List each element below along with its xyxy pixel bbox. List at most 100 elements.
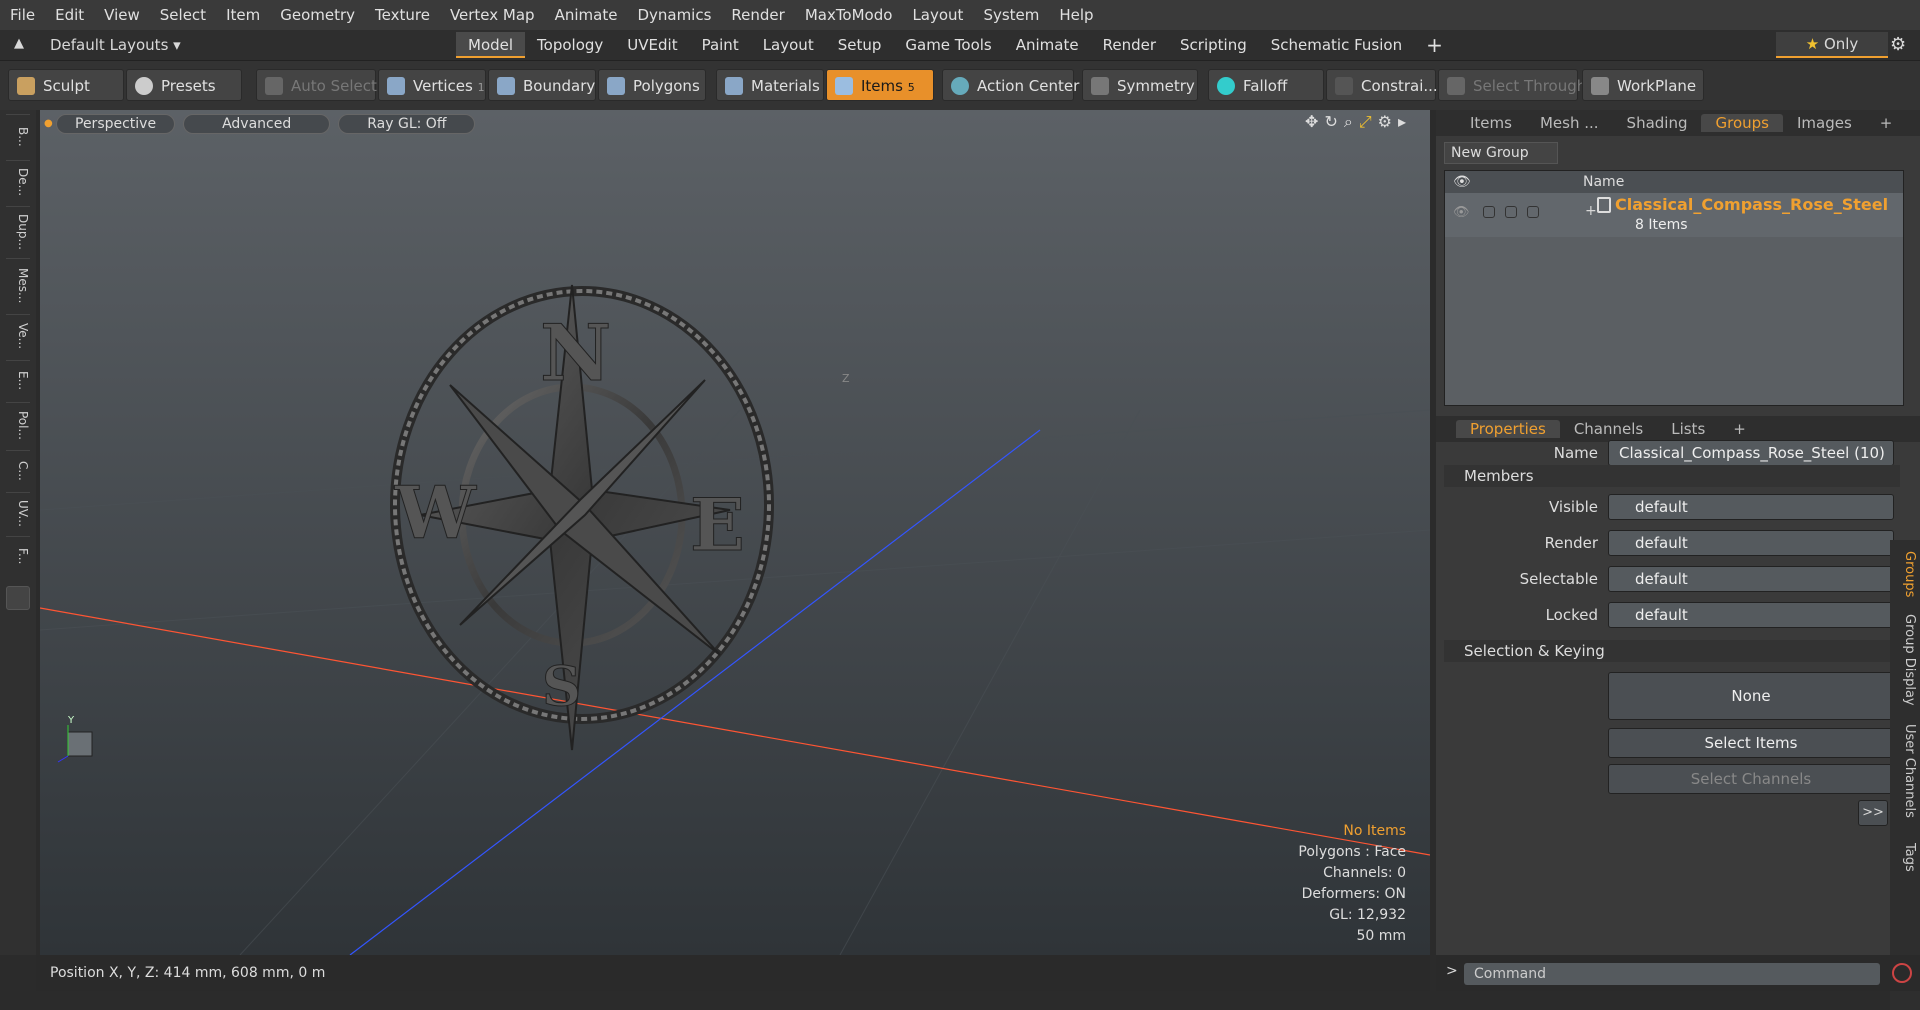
gear-icon[interactable]: ⚙ bbox=[1890, 34, 1906, 55]
tool-tab-uv[interactable]: UV... bbox=[6, 492, 30, 534]
menu-render[interactable]: Render bbox=[721, 6, 794, 24]
menu-file[interactable]: File bbox=[0, 6, 45, 24]
tool-tab-f[interactable]: F... bbox=[6, 536, 30, 576]
sculpt-button[interactable]: Sculpt bbox=[8, 69, 124, 101]
more-button[interactable]: >> bbox=[1858, 800, 1888, 826]
tool-tab-b[interactable]: B... bbox=[6, 114, 30, 158]
view-type-button[interactable]: Perspective bbox=[56, 114, 176, 134]
col-name[interactable]: Name bbox=[1583, 174, 1624, 190]
tool-strip-button[interactable] bbox=[6, 586, 30, 610]
menu-geometry[interactable]: Geometry bbox=[270, 6, 365, 24]
layout-up-icon[interactable]: ▲ bbox=[14, 36, 24, 51]
add-prop-tab-icon[interactable]: + bbox=[1719, 420, 1760, 438]
select-toggle-icon[interactable] bbox=[1505, 206, 1517, 218]
tab-animate[interactable]: Animate bbox=[1004, 32, 1091, 58]
vtab-group-display[interactable]: Group Display bbox=[1893, 610, 1917, 710]
action-center-button[interactable]: Action Center bbox=[942, 69, 1079, 101]
add-panel-tab-icon[interactable]: + bbox=[1866, 114, 1907, 132]
menu-dynamics[interactable]: Dynamics bbox=[627, 6, 721, 24]
symmetry-button[interactable]: Symmetry bbox=[1082, 69, 1198, 101]
boundary-button[interactable]: Boundary bbox=[488, 69, 596, 101]
visibility-toggle-icon[interactable]: 👁 bbox=[1453, 205, 1470, 220]
render-dropdown[interactable]: default bbox=[1608, 530, 1894, 556]
menu-system[interactable]: System bbox=[973, 6, 1049, 24]
menu-layout[interactable]: Layout bbox=[902, 6, 973, 24]
shading-style-button[interactable]: Advanced bbox=[183, 114, 331, 134]
tab-items[interactable]: Items bbox=[1456, 114, 1526, 132]
select-items-button[interactable]: Select Items bbox=[1608, 728, 1894, 758]
tab-schematic-fusion[interactable]: Schematic Fusion bbox=[1259, 32, 1414, 58]
selection-keying-section[interactable]: Selection & Keying bbox=[1444, 640, 1900, 662]
menu-edit[interactable]: Edit bbox=[45, 6, 94, 24]
menu-maxtomodo[interactable]: MaxToModo bbox=[795, 6, 903, 24]
vertices-button[interactable]: Vertices 1 bbox=[378, 69, 486, 101]
tab-scripting[interactable]: Scripting bbox=[1168, 32, 1259, 58]
menu-select[interactable]: Select bbox=[150, 6, 216, 24]
tab-shading[interactable]: Shading bbox=[1613, 114, 1702, 132]
menu-animate[interactable]: Animate bbox=[545, 6, 628, 24]
menu-help[interactable]: Help bbox=[1049, 6, 1103, 24]
expand-icon[interactable]: + bbox=[1585, 203, 1597, 219]
tool-tab-c[interactable]: C... bbox=[6, 450, 30, 490]
tab-render[interactable]: Render bbox=[1091, 32, 1168, 58]
tab-lists[interactable]: Lists bbox=[1657, 420, 1719, 438]
visible-dropdown[interactable]: default bbox=[1608, 494, 1894, 520]
selectable-dropdown[interactable]: default bbox=[1608, 566, 1894, 592]
materials-button[interactable]: Materials bbox=[716, 69, 824, 101]
tool-tab-pol[interactable]: Pol... bbox=[6, 402, 30, 448]
polygons-button[interactable]: Polygons bbox=[598, 69, 706, 101]
tab-model[interactable]: Model bbox=[456, 32, 526, 58]
3d-viewport[interactable]: N W E S Y Z ● Perspective Advanced Ray G… bbox=[40, 110, 1430, 955]
vtab-user-channels[interactable]: User Channels bbox=[1893, 716, 1917, 826]
only-button[interactable]: ★ Only bbox=[1776, 32, 1888, 58]
menu-texture[interactable]: Texture bbox=[365, 6, 440, 24]
maximize-icon[interactable]: ⤢ bbox=[1359, 112, 1378, 131]
menu-vertex-map[interactable]: Vertex Map bbox=[440, 6, 545, 24]
command-input[interactable]: Command bbox=[1464, 963, 1880, 985]
new-group-button[interactable]: New Group bbox=[1444, 142, 1558, 164]
lock-toggle-icon[interactable] bbox=[1527, 206, 1539, 218]
tab-paint[interactable]: Paint bbox=[690, 32, 751, 58]
add-tab-icon[interactable]: + bbox=[1414, 32, 1455, 58]
tool-tab-mes[interactable]: Mes... bbox=[6, 258, 30, 312]
presets-button[interactable]: Presets bbox=[126, 69, 242, 101]
select-channels-button[interactable]: Select Channels bbox=[1608, 764, 1894, 794]
viewport-arrow-icon[interactable]: ▸ bbox=[1398, 112, 1412, 131]
tab-mesh[interactable]: Mesh ... bbox=[1526, 114, 1613, 132]
none-button[interactable]: None bbox=[1608, 672, 1894, 720]
vtab-groups[interactable]: Groups bbox=[1893, 544, 1917, 604]
falloff-button[interactable]: Falloff bbox=[1208, 69, 1324, 101]
tab-uvedit[interactable]: UVEdit bbox=[615, 32, 689, 58]
tab-game-tools[interactable]: Game Tools bbox=[893, 32, 1003, 58]
group-row[interactable]: 👁 + Classical_Compass_Rose_Steel 8 Items bbox=[1445, 193, 1903, 237]
menu-item[interactable]: Item bbox=[216, 6, 270, 24]
tab-groups[interactable]: Groups bbox=[1701, 114, 1783, 132]
tab-setup[interactable]: Setup bbox=[826, 32, 894, 58]
locked-dropdown[interactable]: default bbox=[1608, 602, 1894, 628]
select-through-button[interactable]: Select Through bbox=[1438, 69, 1586, 101]
viewport-menu-dot-icon[interactable]: ● bbox=[40, 114, 56, 136]
raygl-button[interactable]: Ray GL: Off bbox=[338, 114, 476, 134]
auto-select-button[interactable]: Auto Select bbox=[256, 69, 377, 101]
tab-layout[interactable]: Layout bbox=[751, 32, 826, 58]
constrain-button[interactable]: Constrai... bbox=[1326, 69, 1438, 101]
tab-properties[interactable]: Properties bbox=[1456, 420, 1560, 438]
tab-topology[interactable]: Topology bbox=[525, 32, 615, 58]
tool-tab-ve[interactable]: Ve... bbox=[6, 314, 30, 358]
vtab-tags[interactable]: Tags bbox=[1893, 832, 1917, 882]
tab-images[interactable]: Images bbox=[1783, 114, 1866, 132]
tool-tab-de[interactable]: De... bbox=[6, 160, 30, 204]
name-field[interactable]: Classical_Compass_Rose_Steel (10) bbox=[1608, 440, 1894, 466]
menu-view[interactable]: View bbox=[94, 6, 150, 24]
tool-tab-dup[interactable]: Dup... bbox=[6, 206, 30, 256]
workplane-button[interactable]: WorkPlane bbox=[1582, 69, 1704, 101]
zoom-icon[interactable]: ⌕ bbox=[1344, 112, 1359, 131]
record-icon[interactable] bbox=[1892, 963, 1912, 983]
members-section[interactable]: Members bbox=[1444, 465, 1900, 487]
items-button[interactable]: Items 5 bbox=[826, 69, 934, 101]
render-toggle-icon[interactable] bbox=[1483, 206, 1495, 218]
move-view-icon[interactable]: ✥ bbox=[1305, 112, 1324, 131]
rotate-view-icon[interactable]: ↻ bbox=[1324, 112, 1343, 131]
tool-tab-e[interactable]: E... bbox=[6, 360, 30, 400]
viewport-gear-icon[interactable]: ⚙ bbox=[1378, 112, 1398, 131]
